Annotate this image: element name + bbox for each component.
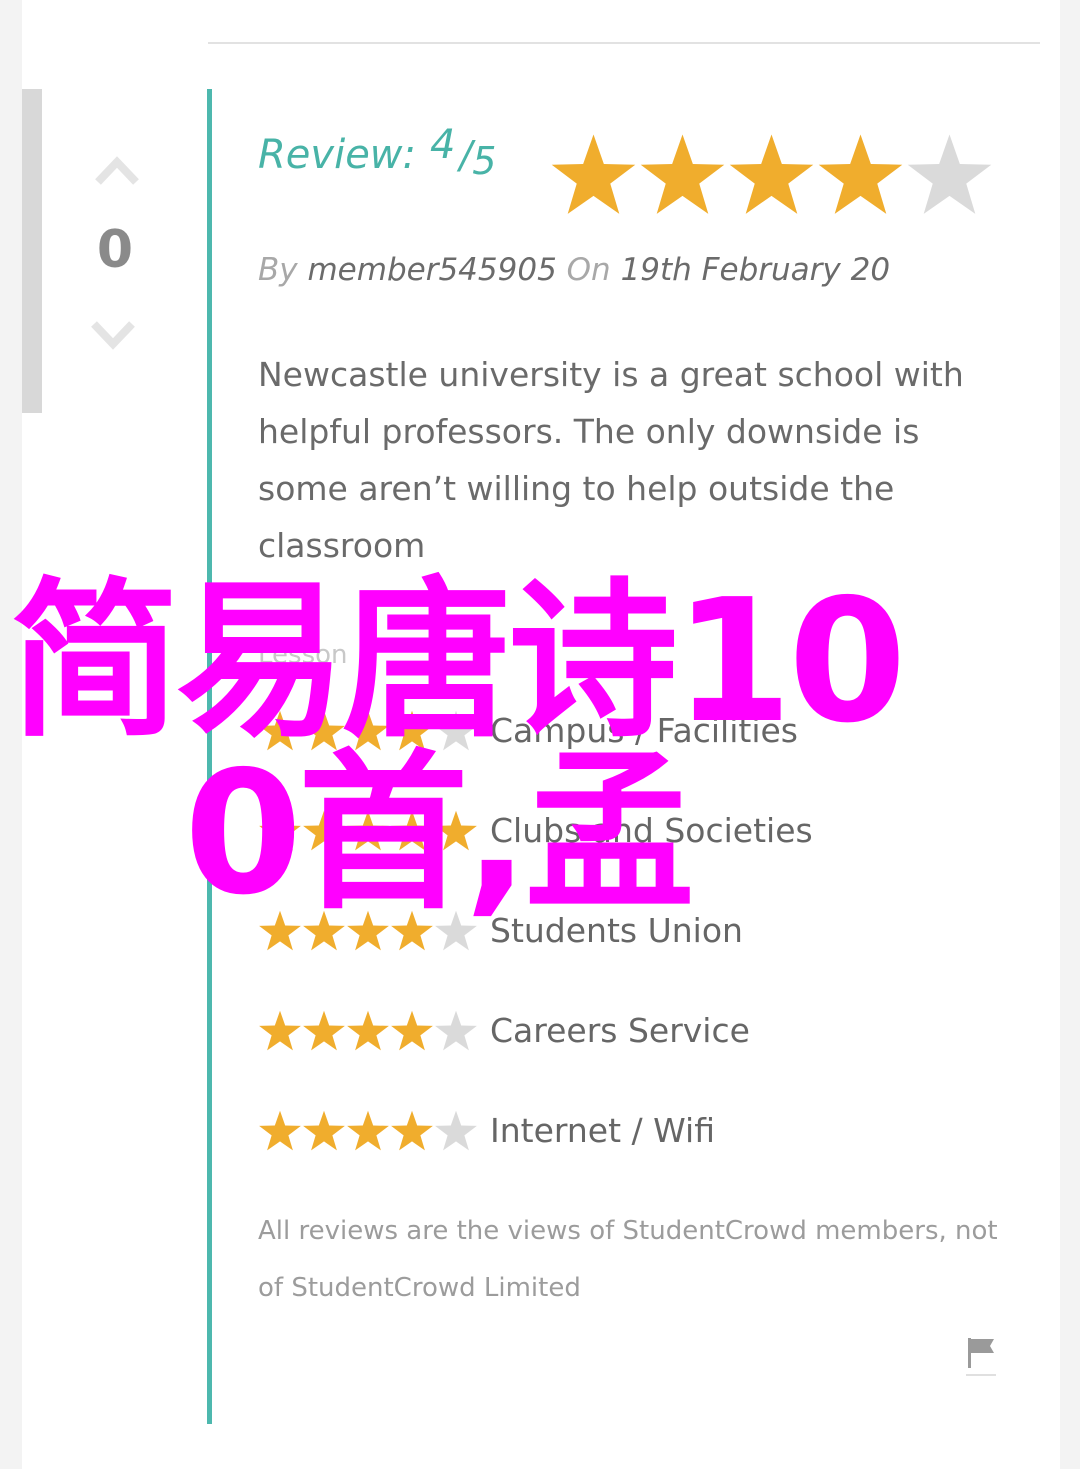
by-label: By xyxy=(258,252,298,288)
star-filled-icon xyxy=(391,1010,433,1050)
category-rating-row: Campus / Facilities xyxy=(258,706,798,754)
category-rating-row: Clubs and Societies xyxy=(258,806,813,854)
category-star-rating xyxy=(258,1109,480,1152)
star-filled-icon xyxy=(818,134,903,214)
star-filled-icon xyxy=(391,910,433,950)
category-rating-row: Internet / Wifi xyxy=(258,1106,715,1154)
review-accent-line xyxy=(207,89,212,1424)
review-score-heading: Review: 4/5 xyxy=(258,122,496,183)
star-filled-icon xyxy=(391,710,433,750)
star-filled-icon xyxy=(303,810,345,850)
star-filled-icon xyxy=(347,1110,389,1150)
star-filled-icon xyxy=(551,134,636,214)
review-score: 4 xyxy=(430,122,456,168)
review-score-slash: / xyxy=(459,133,473,177)
category-star-rating xyxy=(258,909,480,952)
category-label: Careers Service xyxy=(490,1010,750,1050)
star-empty-icon xyxy=(907,134,992,214)
review-body: Newcastle university is a great school w… xyxy=(258,355,964,565)
review-byline: By member545905 On 19th February 20 xyxy=(258,252,890,288)
on-label: On xyxy=(566,252,611,288)
flag-icon[interactable] xyxy=(966,1336,996,1378)
category-rating-row: Careers Service xyxy=(258,1006,750,1054)
chevron-up-icon[interactable] xyxy=(95,150,139,190)
star-filled-icon xyxy=(347,1010,389,1050)
star-filled-icon xyxy=(347,710,389,750)
category-label: Clubs and Societies xyxy=(490,810,813,850)
star-filled-icon xyxy=(303,910,345,950)
category-star-rating xyxy=(258,1009,480,1052)
review-label: Review: xyxy=(258,132,416,178)
star-filled-icon xyxy=(391,1110,433,1150)
vote-panel-bar xyxy=(22,89,42,413)
category-label: Internet / Wifi xyxy=(490,1110,715,1150)
star-filled-icon xyxy=(640,134,725,214)
overall-star-rating xyxy=(549,131,994,221)
star-filled-icon xyxy=(259,1110,301,1150)
star-filled-icon xyxy=(347,910,389,950)
category-star-rating xyxy=(258,709,480,752)
category-label: Campus / Facilities xyxy=(490,710,798,750)
star-filled-icon xyxy=(729,134,814,214)
category-label: Students Union xyxy=(490,910,743,950)
review-score-max: 5 xyxy=(472,139,497,183)
category-rating-row: Students Union xyxy=(258,906,743,954)
star-filled-icon xyxy=(347,810,389,850)
review-date: 19th February 20 xyxy=(620,252,891,288)
category-heading: Lesson xyxy=(258,640,348,670)
star-filled-icon xyxy=(303,1110,345,1150)
review-author[interactable]: member545905 xyxy=(307,252,556,288)
star-empty-icon xyxy=(435,1010,477,1050)
star-filled-icon xyxy=(303,710,345,750)
disclaimer: All reviews are the views of StudentCrow… xyxy=(258,1216,998,1303)
star-filled-icon xyxy=(303,1010,345,1050)
chevron-down-icon[interactable] xyxy=(91,316,135,356)
star-filled-icon xyxy=(259,710,301,750)
star-empty-icon xyxy=(435,710,477,750)
star-empty-icon xyxy=(435,1110,477,1150)
star-filled-icon xyxy=(259,810,301,850)
star-filled-icon xyxy=(259,910,301,950)
star-empty-icon xyxy=(435,910,477,950)
star-filled-icon xyxy=(391,810,433,850)
star-filled-icon xyxy=(435,810,477,850)
vote-count: 0 xyxy=(96,220,134,280)
category-star-rating xyxy=(258,809,480,852)
divider xyxy=(208,42,1040,44)
star-filled-icon xyxy=(259,1010,301,1050)
